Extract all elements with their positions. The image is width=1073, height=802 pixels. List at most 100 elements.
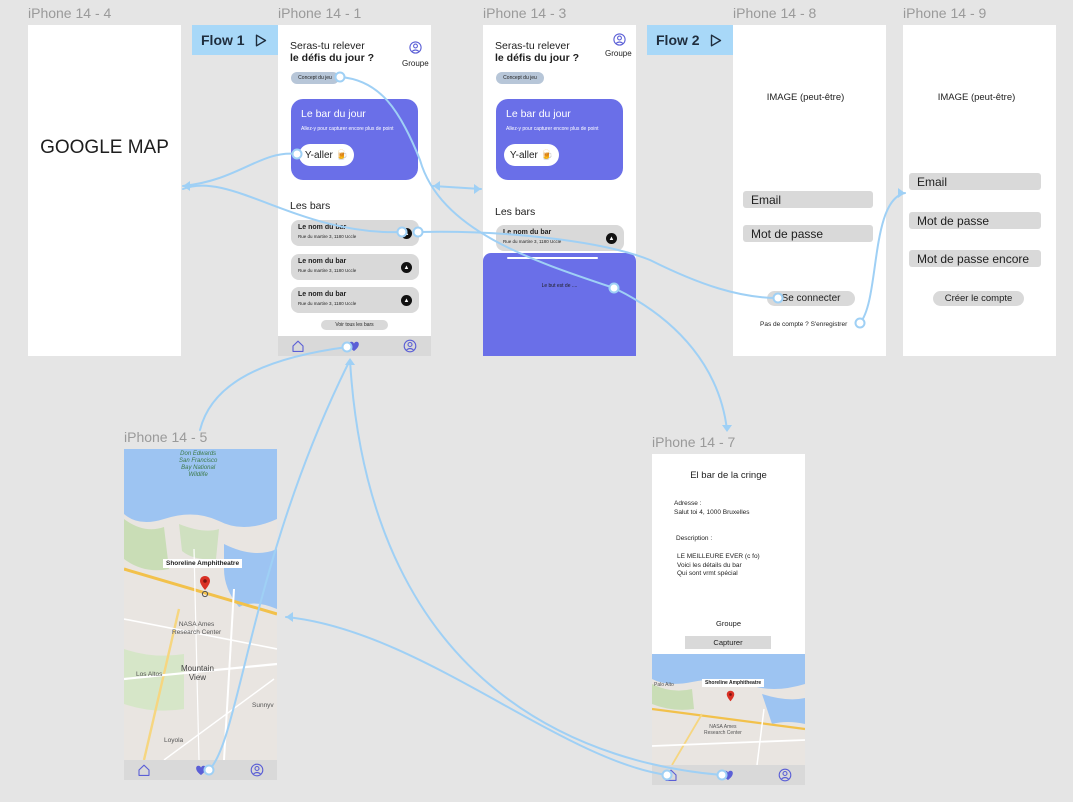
connector-detail-home-to-map — [285, 616, 668, 776]
bar-row-1[interactable]: Le nom du bar Rue du martire 3, 1180 Ucc… — [291, 220, 419, 246]
see-all-bars-button[interactable]: Voir tous les bars — [321, 320, 388, 330]
heart-icon[interactable] — [721, 768, 735, 782]
flow-2-label: Flow 2 — [656, 32, 700, 48]
tab-bar — [124, 760, 277, 780]
bottom-sheet[interactable]: Le but est de .... — [483, 253, 636, 356]
card-subtitle: Allez-y pour capturer encore plus de poi… — [301, 126, 394, 132]
password-confirm-field[interactable]: Mot de passe encore — [909, 250, 1041, 267]
play-icon — [255, 34, 266, 46]
user-icon[interactable] — [778, 768, 792, 782]
home-icon[interactable] — [291, 339, 305, 353]
frame-map: Don Edwards San Francisco Bay National W… — [124, 449, 277, 780]
image-placeholder: IMAGE (peut-être) — [766, 92, 845, 103]
signup-link[interactable]: Pas de compte ? S'enregistrer — [760, 321, 865, 328]
capture-button[interactable]: Capturer — [685, 636, 771, 649]
bar-of-day-card: Le bar du jour Allez-y pour capturer enc… — [291, 99, 418, 180]
concept-button[interactable]: Concept du jeu — [291, 72, 339, 84]
bar-name: Le nom du bar — [503, 229, 552, 236]
go-button[interactable]: Y-aller 🍺 — [299, 144, 354, 166]
bars-title: Les bars — [495, 206, 536, 218]
flow-2-tag[interactable]: Flow 2 — [647, 25, 733, 55]
map-label-venue: Shoreline Amphitheatre — [163, 559, 243, 568]
go-button[interactable]: Y-aller 🍺 — [504, 144, 559, 166]
map-label-loyola: Loyola — [164, 737, 184, 744]
map-pin-icon[interactable] — [726, 690, 735, 708]
user-icon[interactable] — [613, 33, 626, 46]
password-field[interactable]: Mot de passe — [743, 225, 873, 242]
email-field[interactable]: Email — [909, 173, 1041, 190]
group-label: Groupe — [402, 59, 429, 68]
google-map-title: GOOGLE MAP — [40, 137, 169, 158]
password-field[interactable]: Mot de passe — [909, 212, 1041, 229]
bar-title: El bar de la cringe — [690, 470, 767, 481]
map-label-nasa: NASA Ames Research Center — [172, 621, 222, 636]
email-field[interactable]: Email — [743, 191, 873, 208]
bar-address: Rue du martire 3, 1180 Uccle — [503, 239, 562, 244]
user-icon[interactable] — [403, 339, 417, 353]
flow-1-label: Flow 1 — [201, 32, 245, 48]
mini-map[interactable]: Palo Alto Shoreline Amphitheatre NASA Am… — [652, 654, 805, 765]
create-account-button[interactable]: Créer le compte — [933, 291, 1024, 306]
connector-home-to-sheet — [432, 185, 482, 190]
login-button[interactable]: Se connecter — [767, 291, 855, 306]
map-label-mountain-view: Mountain View — [181, 664, 214, 682]
map-label-sunnyvale: Sunnyv — [252, 702, 274, 709]
home-heading-line1: Seras-tu relever — [290, 40, 365, 52]
heart-icon[interactable] — [194, 763, 208, 777]
map-label-venue: Shoreline Amphitheatre — [702, 679, 765, 687]
map-view[interactable]: Don Edwards San Francisco Bay National W… — [124, 449, 277, 760]
group-label: Groupe — [605, 49, 632, 58]
card-title: Le bar du jour — [506, 108, 571, 120]
map-label-park: Don Edwards San Francisco Bay National W… — [179, 451, 218, 478]
bar-name: Le nom du bar — [298, 258, 347, 265]
user-icon[interactable] — [250, 763, 264, 777]
description-label: Description : — [676, 535, 713, 542]
frame-home-sheet: Seras-tu relever le défis du jour ? Grou… — [483, 25, 636, 356]
frame-label-iphone-9: iPhone 14 - 9 — [903, 5, 987, 21]
navigate-icon[interactable]: ▲ — [401, 262, 412, 273]
home-heading-line2: le défis du jour ? — [290, 52, 375, 64]
address-value: Salut toi 4, 1000 Bruxelles — [674, 509, 750, 516]
frame-label-iphone-1: iPhone 14 - 1 — [278, 5, 362, 21]
bar-name: Le nom du bar — [298, 291, 347, 298]
frame-label-iphone-3: iPhone 14 - 3 — [483, 5, 567, 21]
connector-home-tab-to-map — [199, 346, 348, 431]
play-icon — [710, 34, 721, 46]
navigate-icon[interactable]: ▲ — [401, 295, 412, 306]
bar-name: Le nom du bar — [298, 224, 347, 231]
home-icon[interactable] — [137, 763, 151, 777]
bar-row-1[interactable]: Le nom du bar Rue du martire 3, 1180 Ucc… — [496, 225, 624, 251]
bar-row-3[interactable]: Le nom du bar Rue du martire 3, 1180 Ucc… — [291, 287, 419, 313]
bar-of-day-card: Le bar du jour Allez-y pour capturer enc… — [496, 99, 623, 180]
group-label: Groupe — [715, 619, 742, 628]
frame-google-map: GOOGLE MAP — [28, 25, 181, 356]
bar-address: Rue du martire 3, 1180 Uccle — [298, 268, 357, 273]
frame-login: IMAGE (peut-être) Email Mot de passe Se … — [733, 25, 886, 356]
bars-title: Les bars — [290, 200, 331, 212]
user-icon[interactable] — [409, 41, 422, 54]
frame-label-iphone-8: iPhone 14 - 8 — [733, 5, 817, 21]
concept-button[interactable]: Concept du jeu — [496, 72, 544, 84]
home-heading-line1: Seras-tu relever — [495, 40, 570, 52]
map-pin-icon[interactable] — [199, 575, 211, 599]
frame-label-iphone-7: iPhone 14 - 7 — [652, 434, 736, 450]
sheet-handle[interactable] — [507, 257, 598, 259]
tab-bar — [278, 336, 431, 356]
home-heading-line2: le défis du jour ? — [495, 52, 580, 64]
frame-register: IMAGE (peut-être) Email Mot de passe Mot… — [903, 25, 1056, 356]
description-value: LE MEILLEURE EVER (c fo) Voici les détai… — [677, 553, 760, 577]
navigate-icon[interactable]: ▲ — [401, 228, 412, 239]
bar-row-2[interactable]: Le nom du bar Rue du martire 3, 1180 Ucc… — [291, 254, 419, 280]
image-placeholder: IMAGE (peut-être) — [937, 92, 1016, 103]
frame-label-iphone-4: iPhone 14 - 4 — [28, 5, 112, 21]
card-subtitle: Allez-y pour capturer encore plus de poi… — [506, 126, 599, 132]
tab-bar — [652, 765, 805, 785]
flow-1-tag[interactable]: Flow 1 — [192, 25, 278, 55]
home-icon[interactable] — [664, 768, 678, 782]
frame-bar-detail: El bar de la cringe Adresse : Salut toi … — [652, 454, 805, 785]
navigate-icon[interactable]: ▲ — [606, 233, 617, 244]
frame-home: Seras-tu relever le défis du jour ? Grou… — [278, 25, 431, 356]
heart-icon[interactable] — [347, 339, 361, 353]
mini-map-background — [652, 654, 805, 765]
address-label: Adresse : — [674, 500, 702, 507]
